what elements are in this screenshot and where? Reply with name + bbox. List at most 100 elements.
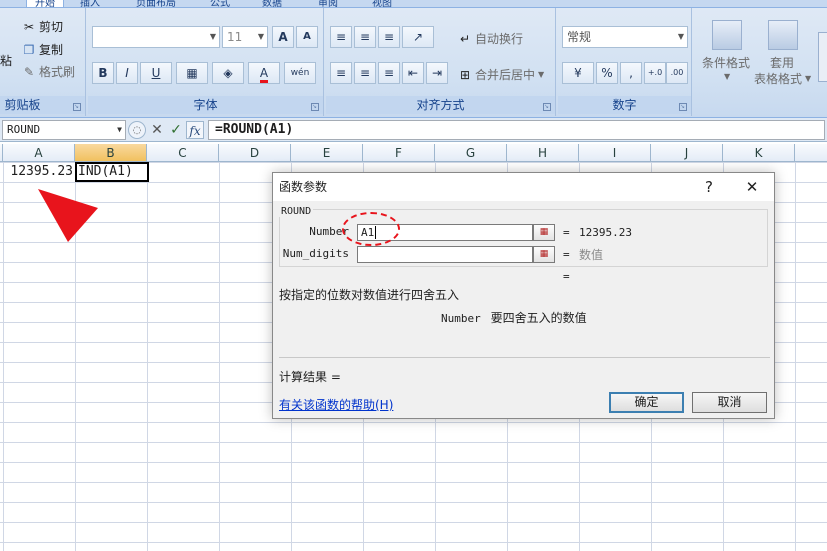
align-center-button[interactable]: ≡ bbox=[354, 62, 376, 84]
bold-button[interactable]: B bbox=[92, 62, 114, 84]
annotation-ellipse bbox=[342, 212, 400, 246]
column-header-d[interactable]: D bbox=[219, 144, 291, 162]
phonetic-button[interactable]: wén bbox=[284, 62, 316, 84]
table-format-label-1: 套用 bbox=[770, 56, 795, 70]
percent-button[interactable]: % bbox=[596, 62, 618, 84]
collapse-dialog-button[interactable]: ▦ bbox=[533, 224, 555, 241]
clipboard-group: 粘 ✂ 剪切 ❐ 复制 ✎ 格式刷 剪贴板 ↘ bbox=[0, 8, 86, 116]
chevron-down-icon: ▼ bbox=[117, 125, 122, 134]
alignment-group-label: 对齐方式 bbox=[326, 96, 555, 114]
enter-formula-button[interactable]: ✓ bbox=[167, 121, 185, 139]
align-top-button[interactable]: ≡ bbox=[330, 26, 352, 48]
column-header-a[interactable]: A bbox=[3, 144, 75, 162]
chevron-down-icon: ▼ bbox=[538, 70, 545, 79]
fill-bucket-icon: ◈ bbox=[223, 66, 233, 80]
clipboard-launcher-icon[interactable]: ↘ bbox=[73, 103, 81, 111]
align-left-icon: ≡ bbox=[335, 66, 347, 80]
circle-icon: ◌ bbox=[132, 125, 142, 136]
clipboard-label-text: 剪贴板 bbox=[4, 98, 41, 112]
alignment-launcher-icon[interactable]: ↘ bbox=[543, 103, 551, 111]
format-as-table-label-row: 表格格式 ▼ bbox=[754, 70, 811, 87]
cut-button[interactable]: ✂ 剪切 bbox=[22, 18, 63, 35]
insert-function-button[interactable]: fx bbox=[186, 121, 204, 139]
close-button[interactable]: ✕ bbox=[732, 173, 772, 201]
italic-button[interactable]: I bbox=[116, 62, 138, 84]
cancel-formula-button[interactable]: ✕ bbox=[148, 121, 166, 139]
column-header-i[interactable]: I bbox=[579, 144, 651, 162]
font-name-select[interactable]: ▼ bbox=[92, 26, 220, 48]
name-box[interactable]: ROUND ▼ bbox=[2, 120, 126, 140]
collapse-dialog-button[interactable]: ▦ bbox=[533, 246, 555, 263]
tab-view[interactable]: 视图 bbox=[372, 0, 392, 9]
paste-button[interactable]: 粘 bbox=[0, 52, 12, 69]
arg-num-digits-equals: = bbox=[563, 248, 570, 261]
decrease-indent-button[interactable]: ⇤ bbox=[402, 62, 424, 84]
arg-number-equals: = bbox=[563, 226, 570, 239]
format-as-table-button[interactable]: 套用 bbox=[770, 54, 794, 71]
underline-button[interactable]: U bbox=[140, 62, 172, 84]
cancel-button[interactable]: 取消 bbox=[692, 392, 767, 413]
increase-decimal-icon: +.0 bbox=[647, 68, 663, 77]
column-header-b[interactable]: B bbox=[75, 144, 147, 162]
align-middle-button[interactable]: ≡ bbox=[354, 26, 376, 48]
arg-label-number: Number bbox=[309, 225, 349, 238]
column-header-h[interactable]: H bbox=[507, 144, 579, 162]
comma-button[interactable]: , bbox=[620, 62, 642, 84]
merge-center-button[interactable]: ⊞ 合并后居中 ▼ bbox=[458, 66, 544, 83]
column-header-f[interactable]: F bbox=[363, 144, 435, 162]
number-launcher-icon[interactable]: ↘ bbox=[679, 103, 687, 111]
shrink-font-button[interactable]: A bbox=[296, 26, 318, 48]
tab-page-layout[interactable]: 页面布局 bbox=[136, 0, 176, 9]
function-help-link[interactable]: 有关该函数的帮助(H) bbox=[279, 396, 393, 413]
font-color-button[interactable]: A bbox=[248, 62, 280, 84]
arg-input-num-digits[interactable] bbox=[357, 246, 533, 263]
chevron-down-icon: ▼ bbox=[805, 74, 812, 83]
ok-button[interactable]: 确定 bbox=[609, 392, 684, 413]
fx-icon: fx bbox=[189, 124, 201, 138]
alignment-group: ≡ ≡ ≡ ↗ ↵ 自动换行 ≡ ≡ ≡ ⇤ ⇥ ⊞ 合并后居中 ▼ 对齐方式 … bbox=[326, 8, 556, 116]
formula-input[interactable]: =ROUND(A1) bbox=[208, 120, 825, 140]
ribbon: 粘 ✂ 剪切 ❐ 复制 ✎ 格式刷 剪贴板 ↘ ▼ 11 ▼ A A B I U… bbox=[0, 8, 827, 118]
number-format-select[interactable]: 常规 ▼ bbox=[562, 26, 688, 48]
wrap-text-button[interactable]: ↵ 自动换行 bbox=[458, 30, 523, 47]
tab-home[interactable]: 开始 bbox=[26, 0, 64, 9]
align-left-button[interactable]: ≡ bbox=[330, 62, 352, 84]
copy-button[interactable]: ❐ 复制 bbox=[22, 41, 63, 58]
font-size-select[interactable]: 11 ▼ bbox=[222, 26, 268, 48]
format-painter-button[interactable]: ✎ 格式刷 bbox=[22, 63, 75, 80]
column-header-g[interactable]: G bbox=[435, 144, 507, 162]
tab-data[interactable]: 数据 bbox=[262, 0, 282, 9]
column-header-partial[interactable] bbox=[795, 144, 827, 162]
tab-formulas[interactable]: 公式 bbox=[210, 0, 230, 9]
grow-font-button[interactable]: A bbox=[272, 26, 294, 48]
formula-history-button[interactable]: ◌ bbox=[128, 121, 146, 139]
column-header-k[interactable]: K bbox=[723, 144, 795, 162]
column-header-e[interactable]: E bbox=[291, 144, 363, 162]
tab-insert[interactable]: 插入 bbox=[80, 0, 100, 9]
increase-decimal-button[interactable]: +.0 bbox=[644, 62, 666, 84]
align-bottom-button[interactable]: ≡ bbox=[378, 26, 400, 48]
conditional-format-button[interactable]: 条件格式 bbox=[702, 54, 750, 71]
copy-icon: ❐ bbox=[23, 42, 35, 57]
help-button[interactable]: ? bbox=[689, 173, 729, 201]
tab-review[interactable]: 审阅 bbox=[318, 0, 338, 9]
increase-indent-button[interactable]: ⇥ bbox=[426, 62, 448, 84]
align-bottom-icon: ≡ bbox=[383, 30, 395, 44]
font-launcher-icon[interactable]: ↘ bbox=[311, 103, 319, 111]
format-painter-label: 格式刷 bbox=[39, 65, 76, 79]
cell-a1[interactable]: 12395.23 bbox=[3, 162, 75, 182]
fill-color-button[interactable]: ◈ bbox=[212, 62, 244, 84]
accounting-button[interactable]: ¥ bbox=[562, 62, 594, 84]
orientation-icon: ↗ bbox=[412, 30, 424, 44]
align-right-button[interactable]: ≡ bbox=[378, 62, 400, 84]
decrease-decimal-button[interactable]: .00 bbox=[666, 62, 688, 84]
borders-button[interactable]: ▦ bbox=[176, 62, 208, 84]
cell-styles-icon[interactable] bbox=[818, 32, 827, 82]
comma-icon: , bbox=[629, 66, 633, 80]
column-header-j[interactable]: J bbox=[651, 144, 723, 162]
column-header-c[interactable]: C bbox=[147, 144, 219, 162]
increase-indent-icon: ⇥ bbox=[431, 66, 443, 80]
orientation-button[interactable]: ↗ bbox=[402, 26, 434, 48]
cell-b1-editing[interactable]: IND(A1) bbox=[75, 162, 149, 182]
table-format-icon bbox=[768, 20, 798, 50]
